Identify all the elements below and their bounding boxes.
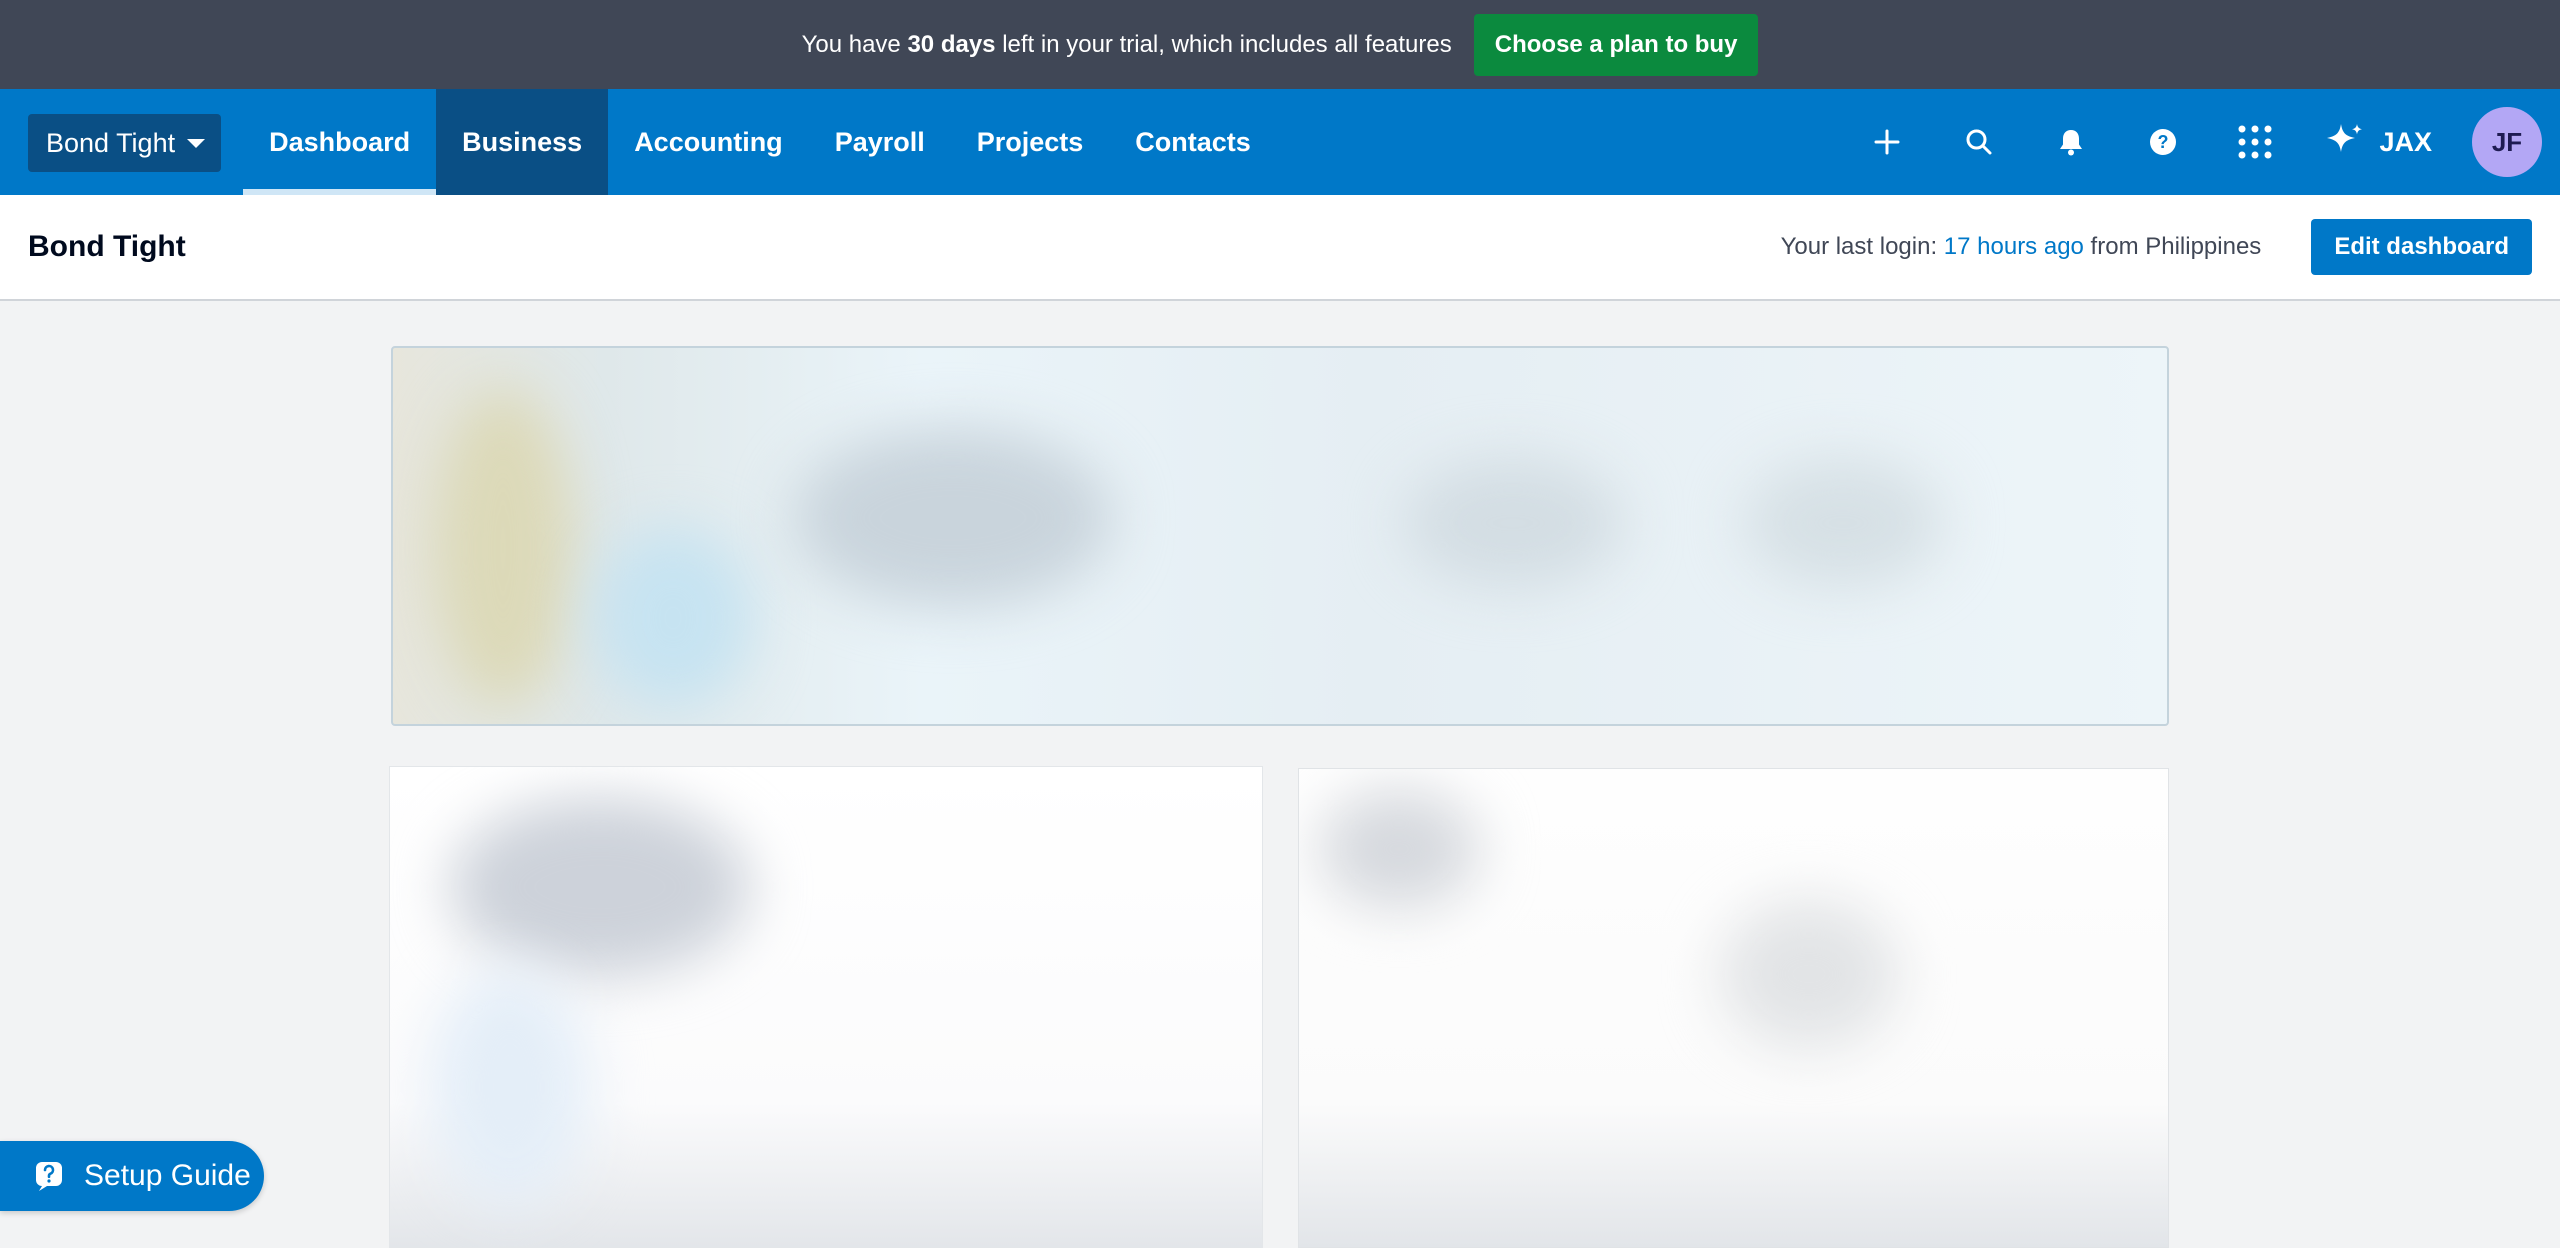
top-navigation: Bond Tight Dashboard Business Accounting… — [0, 89, 2560, 195]
trial-message: You have 30 days left in your trial, whi… — [802, 31, 1452, 59]
chat-guide-icon — [36, 1162, 62, 1191]
dashboard-banner-widget — [391, 346, 2169, 726]
nav-tabs: Dashboard Business Accounting Payroll Pr… — [243, 89, 1277, 195]
trial-banner: You have 30 days left in your trial, whi… — [0, 0, 2560, 89]
help-icon: ? — [2150, 129, 2177, 155]
dashboard-chart-widget — [389, 766, 1263, 1248]
org-name: Bond Tight — [46, 127, 176, 158]
app-grid-icon — [2238, 125, 2272, 159]
org-switcher[interactable]: Bond Tight — [28, 114, 222, 172]
app-grid-button[interactable] — [2209, 89, 2301, 195]
tab-contacts[interactable]: Contacts — [1109, 89, 1277, 195]
caret-down-icon — [187, 138, 206, 148]
last-login-info: Your last login: 17 hours ago from Phili… — [1781, 233, 2262, 261]
search-button[interactable] — [1933, 89, 2025, 195]
plus-icon — [1874, 129, 1900, 155]
add-button[interactable] — [1841, 89, 1933, 195]
jax-label: JAX — [2379, 126, 2432, 157]
tab-business[interactable]: Business — [436, 89, 609, 195]
last-login-location: from Philippines — [2083, 233, 2262, 260]
svg-text:?: ? — [2158, 132, 2169, 152]
trial-days: 30 days — [907, 30, 996, 58]
trial-text-after: left in your trial, which includes all f… — [995, 30, 1452, 58]
setup-guide-button[interactable]: Setup Guide — [0, 1141, 264, 1211]
help-button[interactable]: ? — [2117, 89, 2209, 195]
nav-actions: ? JAX JF — [1841, 89, 2560, 195]
tab-accounting[interactable]: Accounting — [608, 89, 809, 195]
edit-dashboard-button[interactable]: Edit dashboard — [2311, 219, 2532, 275]
setup-guide-label: Setup Guide — [84, 1159, 251, 1192]
sparkle-icon — [2327, 124, 2363, 152]
last-login-time-link[interactable]: 17 hours ago — [1944, 233, 2084, 260]
page-header: Bond Tight Your last login: 17 hours ago… — [0, 195, 2560, 301]
page-title: Bond Tight — [28, 230, 186, 263]
tab-dashboard[interactable]: Dashboard — [243, 89, 437, 195]
search-icon — [1966, 129, 1992, 155]
jax-button[interactable]: JAX — [2301, 122, 2472, 162]
last-login-label: Your last login: — [1780, 233, 1944, 260]
trial-text-before: You have — [801, 30, 908, 58]
bell-icon — [2060, 130, 2083, 156]
avatar[interactable]: JF — [2472, 107, 2542, 177]
tab-projects[interactable]: Projects — [951, 89, 1110, 195]
notifications-button[interactable] — [2025, 89, 2117, 195]
choose-plan-button[interactable]: Choose a plan to buy — [1473, 13, 1759, 76]
tab-payroll[interactable]: Payroll — [809, 89, 951, 195]
dashboard-summary-widget — [1298, 768, 2169, 1248]
